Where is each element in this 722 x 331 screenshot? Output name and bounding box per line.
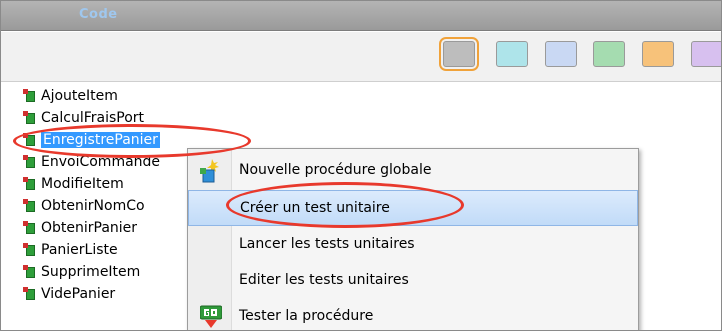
menu-item-label: Créer un test unitaire	[240, 200, 390, 216]
tree-item-selected[interactable]: EnregistrePanier	[23, 130, 160, 150]
tree-item-label: CalculFraisPort	[41, 110, 145, 126]
procedure-icon	[23, 287, 35, 301]
tree-item[interactable]: EnvoiCommande	[23, 152, 160, 172]
tree-item[interactable]: VidePanier	[23, 284, 115, 304]
procedure-icon	[23, 111, 35, 125]
tree-item-label: ObtenirPanier	[41, 220, 138, 236]
tree-item-label: VidePanier	[41, 286, 116, 302]
procedure-icon	[23, 155, 35, 169]
context-menu: Nouvelle procédure globale Créer un test…	[187, 148, 639, 330]
procedure-icon	[23, 221, 35, 235]
orange-swatch-icon[interactable]	[642, 41, 674, 67]
tree-item-label: ModifieItem	[41, 176, 124, 192]
procedure-icon	[23, 243, 35, 257]
procedure-icon	[23, 199, 35, 213]
tree-item-label: SupprimeItem	[41, 264, 141, 280]
blue-swatch-icon[interactable]	[545, 41, 577, 67]
procedure-icon	[23, 89, 35, 103]
tree-item-label: EnvoiCommande	[41, 154, 161, 170]
tree-item[interactable]: ObtenirPanier	[23, 218, 137, 238]
go-icon	[200, 305, 222, 328]
menu-item-edit-unit-tests[interactable]: Editer les tests unitaires	[188, 263, 638, 299]
tree-item[interactable]: CalculFraisPort	[23, 108, 144, 128]
menu-item-label: Lancer les tests unitaires	[239, 236, 415, 252]
tree-item[interactable]: ModifieItem	[23, 174, 124, 194]
green-swatch-icon[interactable]	[593, 41, 625, 67]
procedure-icon	[23, 177, 35, 191]
menu-item-test-procedure[interactable]: Tester la procédure	[188, 299, 638, 330]
title-bar: Code	[1, 1, 721, 31]
menu-item-new-global-procedure[interactable]: Nouvelle procédure globale	[188, 153, 638, 189]
tree-item-label: ObtenirNomCo	[41, 198, 145, 214]
tree-item-label: PanierListe	[41, 242, 118, 258]
new-procedure-icon	[200, 159, 219, 183]
menu-item-label: Tester la procédure	[239, 308, 374, 324]
gray-swatch-icon[interactable]	[439, 37, 479, 71]
window-title: Code	[79, 7, 118, 22]
tree-item[interactable]: AjouteItem	[23, 86, 118, 106]
tree-item[interactable]: ObtenirNomCo	[23, 196, 145, 216]
cyan-swatch-icon[interactable]	[496, 41, 528, 67]
menu-item-label: Editer les tests unitaires	[239, 272, 409, 288]
tree-item[interactable]: PanierListe	[23, 240, 118, 260]
code-window: Code AjouteItem CalculFraisPort Enregist…	[0, 0, 722, 331]
tree-item[interactable]: SupprimeItem	[23, 262, 140, 282]
purple-swatch-icon[interactable]	[691, 41, 721, 67]
menu-item-label: Nouvelle procédure globale	[239, 162, 432, 178]
tree-item-label: AjouteItem	[41, 88, 118, 104]
procedure-icon	[23, 265, 35, 279]
menu-item-create-unit-test[interactable]: Créer un test unitaire	[188, 190, 638, 226]
procedure-icon	[23, 133, 35, 147]
menu-item-run-unit-tests[interactable]: Lancer les tests unitaires	[188, 227, 638, 263]
tree-item-label: EnregistrePanier	[41, 132, 160, 148]
